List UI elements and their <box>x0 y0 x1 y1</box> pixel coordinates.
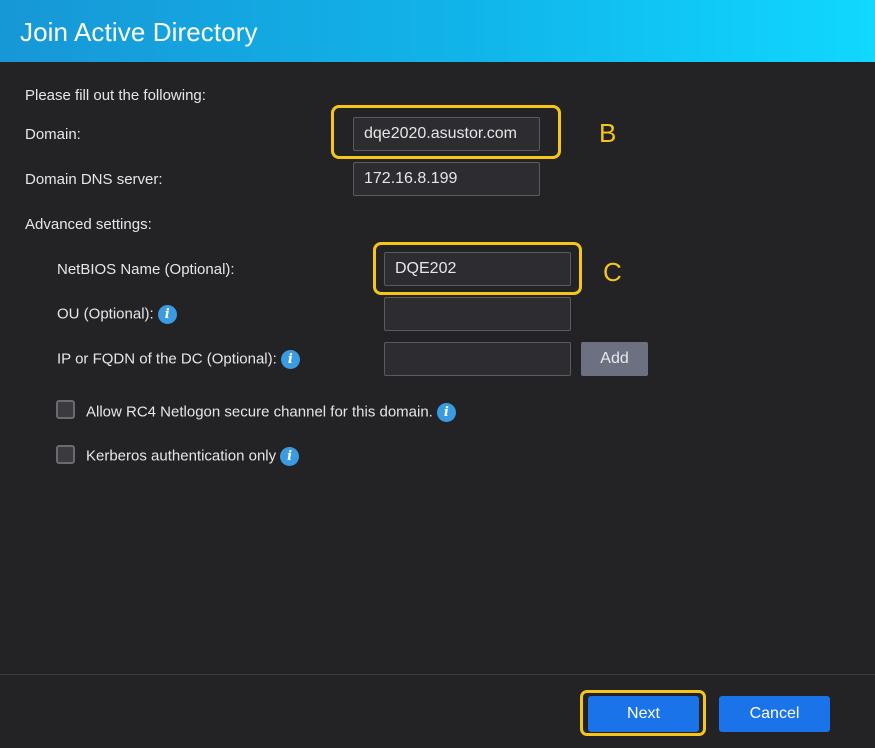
info-icon[interactable]: i <box>436 403 456 422</box>
join-ad-dialog: Join Active Directory Please fill out th… <box>0 0 875 748</box>
dialog-title: Join Active Directory <box>20 17 258 47</box>
kerberos-checkbox[interactable] <box>56 445 75 464</box>
info-icon[interactable]: i <box>280 447 300 466</box>
form-intro: Please fill out the following: <box>25 87 206 104</box>
dns-server-label: Domain DNS server: <box>25 171 163 188</box>
kerberos-label-row: Kerberos authentication only i <box>86 447 300 466</box>
dns-server-input[interactable] <box>353 162 540 196</box>
highlight-box-c <box>373 242 582 295</box>
highlight-box-next <box>580 690 706 736</box>
highlight-box-b <box>331 105 561 159</box>
cancel-button[interactable]: Cancel <box>719 696 830 732</box>
footer-divider <box>0 674 875 675</box>
rc4-label: Allow RC4 Netlogon secure channel for th… <box>86 403 433 421</box>
annotation-marker-b: B <box>599 118 617 148</box>
netbios-label: NetBIOS Name (Optional): <box>57 261 235 278</box>
annotation-marker-c: C <box>603 257 622 287</box>
kerberos-label: Kerberos authentication only <box>86 447 277 465</box>
ou-label-row: OU (Optional): i <box>57 305 177 324</box>
info-icon[interactable]: i <box>157 305 177 324</box>
dc-label-row: IP or FQDN of the DC (Optional): i <box>57 350 300 369</box>
advanced-settings-heading: Advanced settings: <box>25 216 152 233</box>
dialog-titlebar: Join Active Directory <box>0 0 875 62</box>
info-icon[interactable]: i <box>280 350 300 369</box>
dc-label: IP or FQDN of the DC (Optional): <box>57 350 277 368</box>
rc4-checkbox[interactable] <box>56 400 75 419</box>
add-dc-button[interactable]: Add <box>581 342 648 376</box>
ou-input[interactable] <box>384 297 571 331</box>
rc4-label-row: Allow RC4 Netlogon secure channel for th… <box>86 403 456 422</box>
domain-label: Domain: <box>25 126 81 143</box>
ou-label: OU (Optional): <box>57 305 154 323</box>
dc-input[interactable] <box>384 342 571 376</box>
